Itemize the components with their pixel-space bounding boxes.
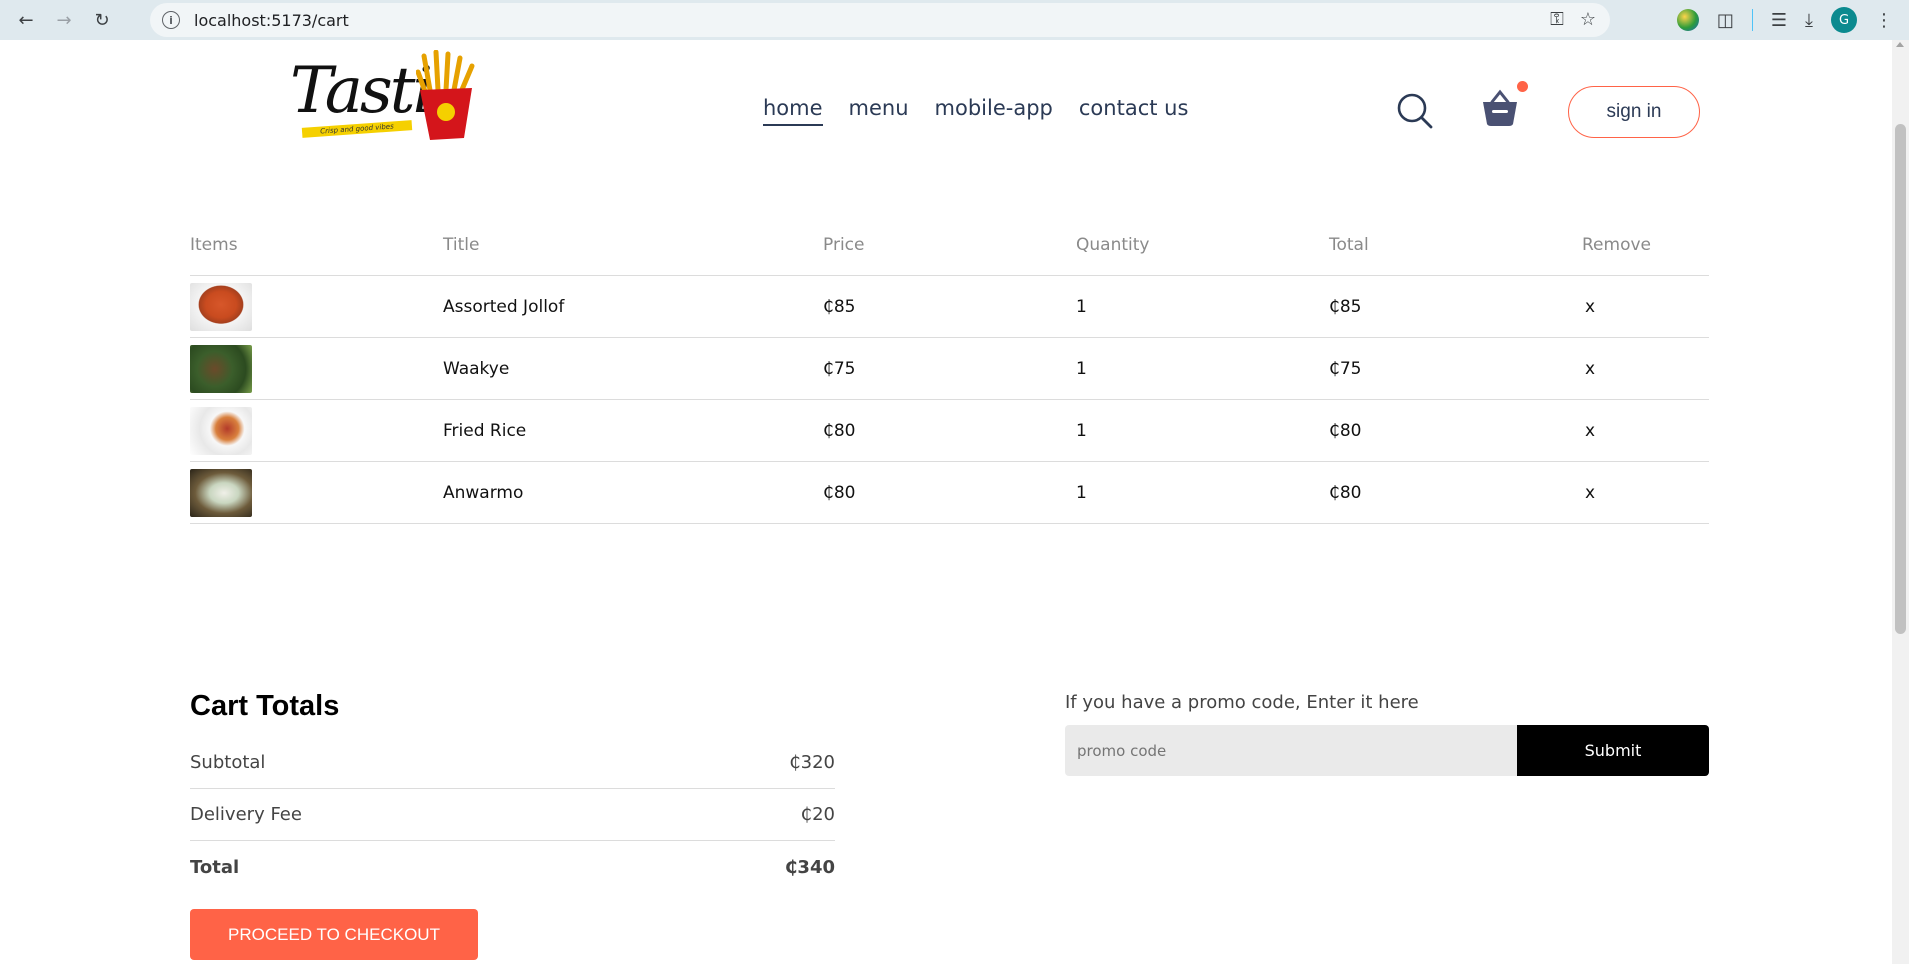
site-info-icon[interactable]: i (162, 11, 180, 29)
column-header-remove: Remove (1582, 235, 1651, 255)
promo-code-section: If you have a promo code, Enter it here … (1065, 692, 1709, 776)
total-value: ₵340 (784, 856, 835, 878)
food-thumbnail (190, 468, 252, 517)
column-header-items: Items (190, 235, 238, 255)
item-title: Fried Rice (443, 420, 527, 441)
reload-icon[interactable]: ↻ (90, 8, 114, 32)
promo-submit-button[interactable]: Submit (1517, 725, 1709, 776)
item-total: ₵75 (1329, 358, 1362, 379)
item-quantity: 1 (1076, 296, 1087, 317)
subtotal-value: ₵320 (789, 752, 835, 773)
delivery-fee-value: ₵20 (800, 804, 835, 825)
food-thumbnail (190, 282, 252, 331)
food-thumbnail (190, 406, 252, 455)
item-price: ₵85 (823, 296, 856, 317)
item-total: ₵80 (1329, 482, 1362, 503)
forward-arrow-icon[interactable]: → (52, 8, 76, 32)
item-price: ₵75 (823, 358, 856, 379)
total-label: Total (190, 856, 240, 878)
site-header: Tasti Crisp and good vibes home menu mob… (0, 40, 1892, 150)
logo-wordmark: Tasti (290, 54, 433, 128)
food-thumbnail (190, 344, 252, 393)
kebab-menu-icon[interactable]: ⋮ (1875, 10, 1893, 31)
promo-prompt: If you have a promo code, Enter it here (1065, 692, 1419, 713)
item-total: ₵85 (1329, 296, 1362, 317)
subtotal-row: Subtotal ₵320 (190, 737, 835, 789)
table-row: Fried Rice ₵80 1 ₵80 x (190, 400, 1709, 462)
item-title: Anwarmo (443, 482, 524, 503)
item-title: Waakye (443, 358, 510, 379)
nav-menu[interactable]: menu (849, 96, 909, 126)
cart-items-table: Items Title Price Quantity Total Remove … (190, 235, 1709, 524)
item-total: ₵80 (1329, 420, 1362, 441)
proceed-to-checkout-button[interactable]: PROCEED TO CHECKOUT (190, 909, 478, 960)
item-quantity: 1 (1076, 358, 1087, 379)
nav-home[interactable]: home (763, 96, 823, 126)
back-arrow-icon[interactable]: ← (14, 8, 38, 32)
table-row: Waakye ₵75 1 ₵75 x (190, 338, 1709, 400)
scroll-up-arrow-icon[interactable] (1896, 42, 1904, 47)
cart-notification-dot (1517, 81, 1528, 92)
key-icon[interactable]: ⚿ (1550, 9, 1564, 30)
table-row: Anwarmo ₵80 1 ₵80 x (190, 462, 1709, 524)
item-title: Assorted Jollof (443, 296, 565, 317)
toolbar-divider (1751, 9, 1753, 31)
page: Tasti Crisp and good vibes home menu mob… (0, 40, 1892, 964)
download-icon[interactable]: ⤓ (1805, 10, 1813, 31)
item-price: ₵80 (823, 420, 856, 441)
site-logo[interactable]: Tasti Crisp and good vibes (288, 48, 488, 148)
column-header-title: Title (443, 235, 480, 255)
table-row: Assorted Jollof ₵85 1 ₵85 x (190, 276, 1709, 338)
fries-logo-icon (416, 50, 475, 140)
cart-totals: Cart Totals Subtotal ₵320 Delivery Fee ₵… (190, 690, 835, 893)
item-quantity: 1 (1076, 420, 1087, 441)
url-text[interactable]: localhost:5173/cart (194, 11, 349, 30)
cart-totals-heading: Cart Totals (190, 690, 340, 722)
basket-icon[interactable] (1480, 88, 1520, 128)
column-header-total: Total (1329, 235, 1369, 255)
nav-mobile-app[interactable]: mobile-app (935, 96, 1053, 126)
sign-in-button[interactable]: sign in (1568, 86, 1700, 138)
table-header: Items Title Price Quantity Total Remove (190, 235, 1709, 276)
column-header-quantity: Quantity (1076, 235, 1150, 255)
browser-toolbar: ← → ↻ i localhost:5173/cart ⚿ ☆ ◫ ☰ ⤓ G … (0, 0, 1909, 40)
address-bar[interactable]: i localhost:5173/cart ⚿ ☆ (150, 3, 1610, 37)
profile-avatar[interactable]: G (1831, 7, 1857, 33)
total-row: Total ₵340 (190, 841, 835, 893)
delivery-fee-label: Delivery Fee (190, 804, 302, 825)
subtotal-label: Subtotal (190, 752, 266, 773)
scrollbar-thumb[interactable] (1895, 124, 1906, 634)
extensions-puzzle-icon[interactable]: ◫ (1717, 10, 1734, 31)
column-header-price: Price (823, 235, 865, 255)
main-nav: home menu mobile-app contact us (763, 96, 1188, 126)
page-scrollbar[interactable] (1892, 40, 1909, 964)
promo-code-input[interactable] (1065, 725, 1517, 776)
extension-globe-icon[interactable] (1676, 9, 1699, 31)
item-quantity: 1 (1076, 482, 1087, 503)
promo-code-form: Submit (1065, 725, 1709, 776)
remove-item-button[interactable]: x (1582, 483, 1709, 503)
bookmark-star-icon[interactable]: ☆ (1580, 9, 1596, 30)
media-queue-icon[interactable]: ☰ (1771, 10, 1787, 31)
delivery-fee-row: Delivery Fee ₵20 (190, 789, 835, 841)
remove-item-button[interactable]: x (1582, 297, 1709, 317)
search-icon[interactable] (1396, 92, 1434, 130)
item-price: ₵80 (823, 482, 856, 503)
remove-item-button[interactable]: x (1582, 421, 1709, 441)
remove-item-button[interactable]: x (1582, 359, 1709, 379)
nav-contact-us[interactable]: contact us (1079, 96, 1189, 126)
